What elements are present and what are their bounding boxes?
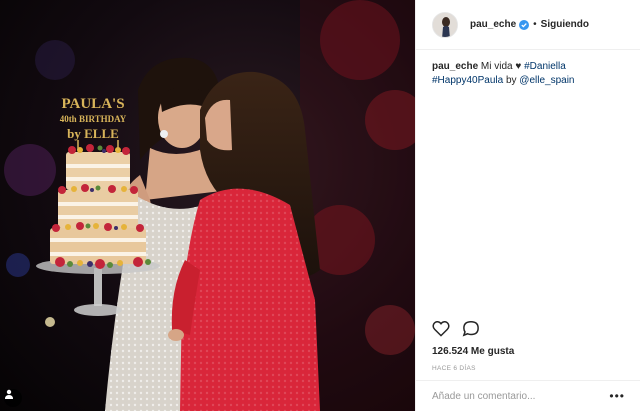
cake-topper-line-3: by ELLE <box>67 126 119 141</box>
post-caption: pau_eche Mi vida ♥ #Daniella #Happy40Pau… <box>416 50 640 88</box>
cake-topper-line-1: PAULA'S <box>61 96 124 112</box>
post-photo[interactable]: PAULA'S 40th BIRTHDAY by ELLE <box>0 0 415 411</box>
caption-text: Mi vida <box>480 61 513 72</box>
caption-username[interactable]: pau_eche <box>432 61 478 72</box>
comment-input[interactable] <box>432 390 610 402</box>
comment-icon[interactable] <box>462 320 480 337</box>
avatar[interactable] <box>432 11 458 38</box>
heart-icon[interactable] <box>432 320 450 337</box>
header-username[interactable]: pau_eche <box>470 19 516 30</box>
more-options-icon[interactable]: ••• <box>609 389 625 403</box>
comment-bar: ••• <box>416 380 640 411</box>
post-timestamp: HACE 6 DÍAS <box>432 365 476 372</box>
user-tag-icon[interactable] <box>4 389 22 407</box>
mention-elle-spain[interactable]: @elle_spain <box>519 75 574 86</box>
post-header: pau_eche • Siguiendo <box>416 0 640 50</box>
photo-illustration: PAULA'S 40th BIRTHDAY by ELLE <box>4 0 415 411</box>
hashtag-daniella[interactable]: #Daniella <box>524 61 566 72</box>
following-button[interactable]: Siguiendo <box>541 19 589 30</box>
likes-count[interactable]: 126.524 Me gusta <box>432 346 514 357</box>
post-side-panel: pau_eche • Siguiendo pau_eche Mi vida ♥ … <box>415 0 640 411</box>
post-actions <box>432 320 480 337</box>
hashtag-happy40paula[interactable]: #Happy40Paula <box>432 75 503 86</box>
verified-icon <box>519 19 530 30</box>
caption-heart: ♥ <box>515 61 522 72</box>
caption-by: by <box>505 75 517 86</box>
separator-dot: • <box>533 19 537 30</box>
cake-topper-line-2: 40th BIRTHDAY <box>60 114 127 124</box>
